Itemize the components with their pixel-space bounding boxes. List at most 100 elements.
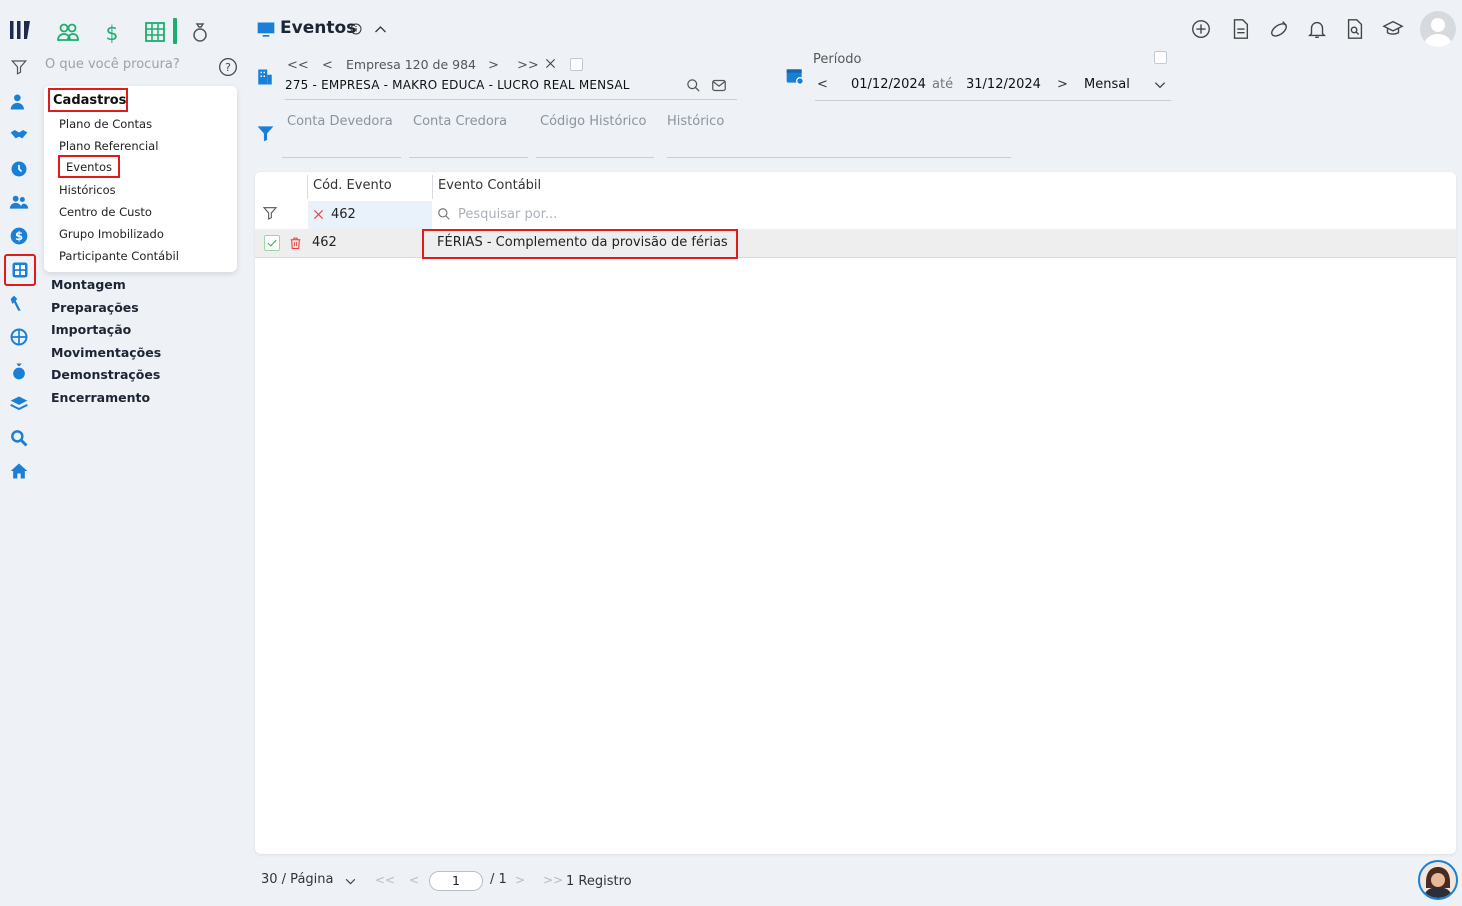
col-separator <box>432 175 433 199</box>
globe-gear-icon[interactable] <box>8 326 30 348</box>
menu-group-importacao[interactable]: Importação <box>51 322 131 337</box>
app-logo[interactable] <box>8 18 32 42</box>
layers-icon[interactable] <box>8 393 30 415</box>
handshake-icon[interactable] <box>8 124 30 146</box>
dollar-circle-icon[interactable]: $ <box>8 225 30 247</box>
search-icon[interactable] <box>8 427 30 449</box>
people-icon[interactable] <box>8 191 30 213</box>
menu-item-participante-contabil[interactable]: Participante Contábil <box>59 249 179 263</box>
row-checkbox[interactable] <box>264 235 280 251</box>
satellite-icon[interactable] <box>1268 18 1290 40</box>
filter-underline-3 <box>536 157 654 158</box>
filter-conta-devedora[interactable]: Conta Devedora <box>287 114 393 129</box>
accounting-module-icon[interactable] <box>4 254 36 286</box>
filter-underline-1 <box>282 157 401 158</box>
calendar-icon <box>785 66 805 86</box>
svg-text:?: ? <box>225 61 231 74</box>
users-icon[interactable] <box>8 91 30 113</box>
prev-page-button[interactable]: < <box>409 873 419 887</box>
clear-filter-icon[interactable] <box>313 209 324 220</box>
user-avatar[interactable] <box>1420 11 1456 47</box>
company-name[interactable]: 275 - EMPRESA - MAKRO EDUCA - LUCRO REAL… <box>285 78 630 92</box>
next-company-button[interactable]: > <box>488 58 499 73</box>
menu-group-montagem[interactable]: Montagem <box>51 277 126 292</box>
menu-item-historicos[interactable]: Históricos <box>59 183 116 197</box>
row-filter-icon[interactable] <box>262 205 278 221</box>
company-search-icon[interactable] <box>686 78 701 93</box>
bell-icon[interactable] <box>1306 18 1328 40</box>
search-document-icon[interactable] <box>1344 18 1366 40</box>
company-building-icon <box>256 67 274 87</box>
monitor-icon <box>256 20 276 40</box>
period-underline <box>815 100 1171 101</box>
next-period-button[interactable]: > <box>1057 77 1068 92</box>
menu-group-movimentacoes[interactable]: Movimentações <box>51 345 161 360</box>
clock-icon[interactable] <box>8 158 30 180</box>
prev-company-button[interactable]: < <box>322 58 333 73</box>
events-table <box>255 172 1456 854</box>
team-app-icon[interactable] <box>56 20 80 44</box>
first-page-button[interactable]: << <box>375 873 395 887</box>
trash-icon[interactable] <box>289 235 302 251</box>
column-header-cod-evento[interactable]: Cód. Evento <box>313 178 392 193</box>
total-pages: / 1 <box>490 872 507 887</box>
prev-period-button[interactable]: < <box>817 77 828 92</box>
page-title: Eventos <box>280 18 357 38</box>
menu-item-plano-referencial[interactable]: Plano Referencial <box>59 139 158 153</box>
period-checkbox[interactable] <box>1154 51 1167 64</box>
last-page-button[interactable]: >> <box>543 873 563 887</box>
menu-item-plano-de-contas[interactable]: Plano de Contas <box>59 117 152 131</box>
page-number-input[interactable]: 1 <box>429 871 483 891</box>
menu-group-encerramento[interactable]: Encerramento <box>51 390 150 405</box>
filter-underline-4 <box>667 157 1011 158</box>
close-icon[interactable] <box>545 58 556 69</box>
menu-item-eventos[interactable]: Eventos <box>58 155 120 178</box>
submenu-panel <box>44 86 237 272</box>
home-icon[interactable] <box>8 460 30 482</box>
add-circle-icon[interactable] <box>1190 18 1212 40</box>
money-bag-icon[interactable] <box>8 360 30 382</box>
col-separator <box>307 175 308 199</box>
first-company-button[interactable]: << <box>287 58 309 73</box>
company-counter: Empresa 120 de 984 <box>346 57 476 72</box>
filter-conta-credora[interactable]: Conta Credora <box>413 114 507 129</box>
dollar-app-icon[interactable]: $ <box>100 20 124 44</box>
event-search-input[interactable]: Pesquisar por... <box>458 207 557 222</box>
svg-text:$: $ <box>15 229 23 243</box>
info-icon[interactable] <box>350 23 362 35</box>
code-filter-input[interactable] <box>308 201 432 229</box>
filter-icon[interactable] <box>8 56 30 78</box>
mail-icon[interactable] <box>711 78 727 93</box>
moneybag-app-icon[interactable] <box>188 20 212 44</box>
menu-item-centro-de-custo[interactable]: Centro de Custo <box>59 205 152 219</box>
help-icon[interactable]: ? <box>218 57 238 77</box>
pen-chart-icon[interactable] <box>8 293 30 315</box>
active-app-indicator <box>173 18 177 44</box>
page-size-chevron-icon[interactable] <box>344 875 357 888</box>
graduation-cap-icon[interactable] <box>1382 18 1404 40</box>
menu-group-preparacoes[interactable]: Preparações <box>51 300 139 315</box>
date-end[interactable]: 31/12/2024 <box>966 77 1041 92</box>
menu-item-grupo-imobilizado[interactable]: Grupo Imobilizado <box>59 227 164 241</box>
page-size-select[interactable]: 30 / Página <box>261 872 333 887</box>
filter-underline-2 <box>409 157 528 158</box>
filter-codigo-historico[interactable]: Código Histórico <box>540 114 647 129</box>
column-header-evento-contabil[interactable]: Evento Contábil <box>438 178 541 193</box>
menu-group-demonstracoes[interactable]: Demonstrações <box>51 367 160 382</box>
document-icon[interactable] <box>1229 18 1251 40</box>
search-icon <box>437 207 451 221</box>
filter-historico[interactable]: Histórico <box>667 114 724 129</box>
collapse-chevron-icon[interactable] <box>373 22 388 37</box>
chevron-down-icon[interactable] <box>1153 78 1167 92</box>
menu-section-cadastros[interactable]: Cadastros <box>48 88 128 112</box>
last-company-button[interactable]: >> <box>517 58 539 73</box>
svg-text:$: $ <box>106 21 119 44</box>
assistant-avatar[interactable] <box>1418 860 1458 900</box>
spreadsheet-app-icon[interactable] <box>143 20 167 44</box>
next-page-button[interactable]: > <box>515 873 525 887</box>
search-input[interactable]: O que você procura? <box>45 57 180 72</box>
filter-funnel-icon[interactable] <box>256 124 275 143</box>
date-start[interactable]: 01/12/2024 <box>851 77 926 92</box>
period-type-select[interactable]: Mensal <box>1084 77 1130 92</box>
company-checkbox[interactable] <box>570 58 583 71</box>
